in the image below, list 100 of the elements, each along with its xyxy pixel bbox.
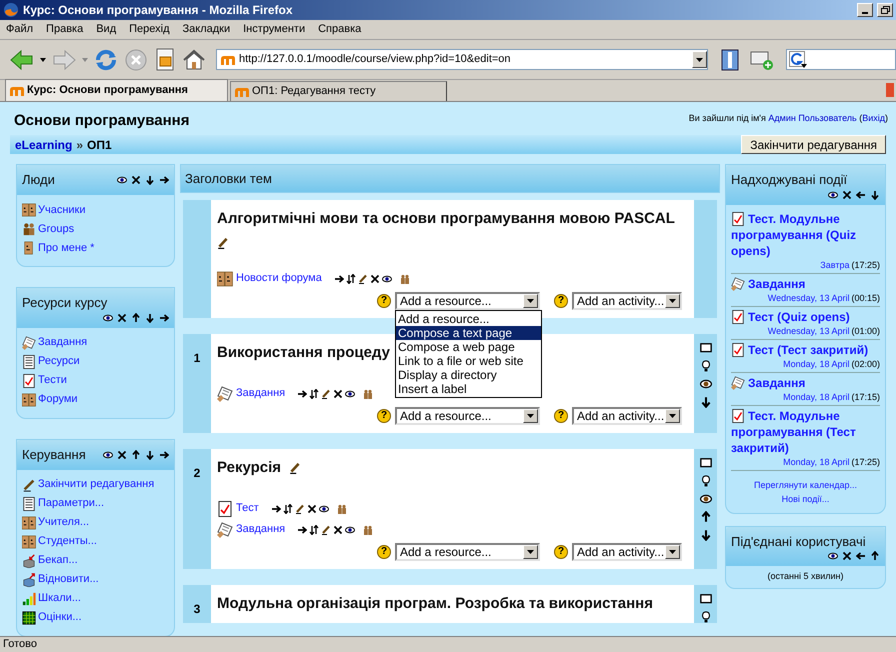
event-date-link[interactable]: Wednesday, 13 April [768, 292, 850, 304]
right-arrow-icon[interactable] [270, 504, 281, 514]
event-link[interactable]: Тест (Quiz opens) [731, 308, 880, 324]
dropdown-option[interactable]: Link to a file or web site [396, 354, 541, 368]
dropdown-option[interactable]: Insert a label [396, 382, 541, 396]
down-arrow-icon[interactable] [870, 190, 880, 200]
cross-icon[interactable] [842, 551, 852, 561]
event-link[interactable]: Тест. Модульне програмування (Quiz opens) [731, 210, 880, 258]
block-link[interactable]: Оцінки... [38, 609, 82, 626]
back-arrow-icon[interactable] [10, 48, 34, 70]
pencil-icon[interactable] [321, 524, 332, 534]
pencil-icon[interactable] [321, 388, 332, 398]
square-icon[interactable] [700, 457, 712, 469]
cross-icon[interactable] [117, 450, 127, 460]
up-down-arrows-icon[interactable] [309, 524, 320, 534]
browser-tab[interactable]: Курс: Основи програмування [5, 79, 228, 101]
stop-icon[interactable] [124, 48, 148, 72]
up-down-arrows-icon[interactable] [309, 388, 320, 398]
square-icon[interactable] [700, 593, 712, 605]
resource-select[interactable]: Add a resource... [395, 407, 540, 425]
activity-select[interactable]: Add an activity... [572, 543, 682, 561]
up-down-arrows-icon[interactable] [282, 504, 293, 514]
right-arrow-icon[interactable] [159, 175, 169, 185]
address-field[interactable]: http://127.0.0.1/moodle/course/view.php?id=10&edit=on [216, 49, 708, 70]
cross-icon[interactable] [333, 524, 344, 534]
up-arrow-icon[interactable] [131, 450, 141, 460]
block-link[interactable]: Форуми [38, 391, 78, 408]
maximize-button[interactable] [877, 3, 893, 17]
browser-tab[interactable]: ОП1: Редагування тесту [230, 81, 447, 101]
resource-select[interactable]: Add a resource... [395, 292, 540, 310]
down-arrow-icon[interactable] [145, 312, 155, 322]
light-bulb-icon[interactable] [700, 360, 712, 372]
down-arrow-icon[interactable] [145, 450, 155, 460]
block-link[interactable]: Закінчити редагування [38, 476, 154, 493]
event-date-link[interactable]: Monday, 18 April [783, 390, 850, 402]
reload-icon[interactable] [94, 48, 118, 72]
left-arrow-icon[interactable] [856, 551, 866, 561]
eye-icon[interactable] [828, 551, 838, 561]
eye-icon[interactable] [700, 378, 712, 390]
help-icon[interactable]: ? [554, 409, 568, 423]
dropdown-option[interactable]: Compose a text page [396, 326, 541, 340]
eye-icon[interactable] [117, 175, 127, 185]
down-arrow-icon[interactable] [700, 396, 712, 408]
people-icon[interactable] [363, 388, 374, 398]
event-date-link[interactable]: Wednesday, 13 April [768, 324, 850, 336]
block-link[interactable]: Бекап... [38, 552, 78, 569]
cross-icon[interactable] [117, 312, 127, 322]
eye-icon[interactable] [345, 524, 356, 534]
menu-item[interactable]: Вид [96, 21, 116, 38]
calendar-link[interactable]: Переглянути календар... [754, 478, 857, 492]
calendar-link[interactable]: Нові події... [782, 493, 830, 506]
finish-editing-button[interactable]: Закінчити редагування [741, 135, 886, 154]
eye-icon[interactable] [828, 190, 838, 200]
dropdown-option[interactable]: Display a directory [396, 368, 541, 382]
people-icon[interactable] [363, 524, 374, 534]
help-icon[interactable]: ? [554, 545, 568, 559]
cross-icon[interactable] [370, 274, 380, 284]
menu-item[interactable]: Перехід [129, 21, 170, 38]
people-icon[interactable] [400, 274, 410, 284]
help-icon[interactable]: ? [377, 545, 391, 559]
right-arrow-icon[interactable] [159, 450, 169, 460]
search-field[interactable] [786, 49, 896, 70]
minimize-button[interactable] [857, 3, 873, 17]
eye-icon[interactable] [318, 504, 329, 514]
menu-item[interactable]: Файл [6, 21, 34, 38]
cross-icon[interactable] [842, 190, 852, 200]
activity-link[interactable]: Завдання [236, 521, 286, 538]
light-bulb-icon[interactable] [700, 611, 712, 623]
block-link[interactable]: Студенты... [38, 533, 97, 550]
activity-select[interactable]: Add an activity... [572, 407, 682, 425]
logout-link[interactable]: Вихід [862, 113, 885, 123]
activity-link[interactable]: Новости форума [236, 270, 322, 287]
block-link[interactable]: Тести [38, 372, 67, 389]
eye-icon[interactable] [103, 450, 113, 460]
activity-link[interactable]: Тест [236, 500, 259, 517]
eye-icon[interactable] [345, 388, 356, 398]
cross-icon[interactable] [306, 504, 317, 514]
pencil-icon[interactable] [358, 274, 368, 284]
card-plus-icon[interactable] [750, 48, 774, 70]
pencil-icon[interactable] [294, 504, 305, 514]
block-link[interactable]: Параметри... [38, 495, 104, 512]
cross-icon[interactable] [333, 388, 344, 398]
event-link[interactable]: Тест (Тест закритий) [731, 342, 880, 358]
event-date-link[interactable]: Monday, 18 April [783, 358, 850, 370]
event-date-link[interactable]: Monday, 18 April [783, 456, 850, 468]
home-icon[interactable] [182, 48, 206, 72]
event-link[interactable]: Тест. Модульне програмування (Тест закритий) [731, 408, 880, 456]
block-link[interactable]: Шкали... [38, 590, 81, 607]
block-link[interactable]: Завдання [38, 334, 88, 351]
block-link[interactable]: Про мене * [38, 240, 94, 256]
page-icon[interactable] [154, 48, 176, 72]
event-date-link[interactable]: Завтра [820, 258, 850, 270]
menu-item[interactable]: Інструменти [243, 21, 306, 38]
cross-icon[interactable] [131, 175, 141, 185]
down-arrow-icon[interactable] [145, 175, 155, 185]
help-icon[interactable]: ? [377, 409, 391, 423]
block-link[interactable]: Відновити... [38, 571, 99, 588]
menu-item[interactable]: Правка [46, 21, 84, 38]
square-icon[interactable] [700, 342, 712, 354]
dropdown-arrow-icon[interactable] [40, 58, 46, 62]
